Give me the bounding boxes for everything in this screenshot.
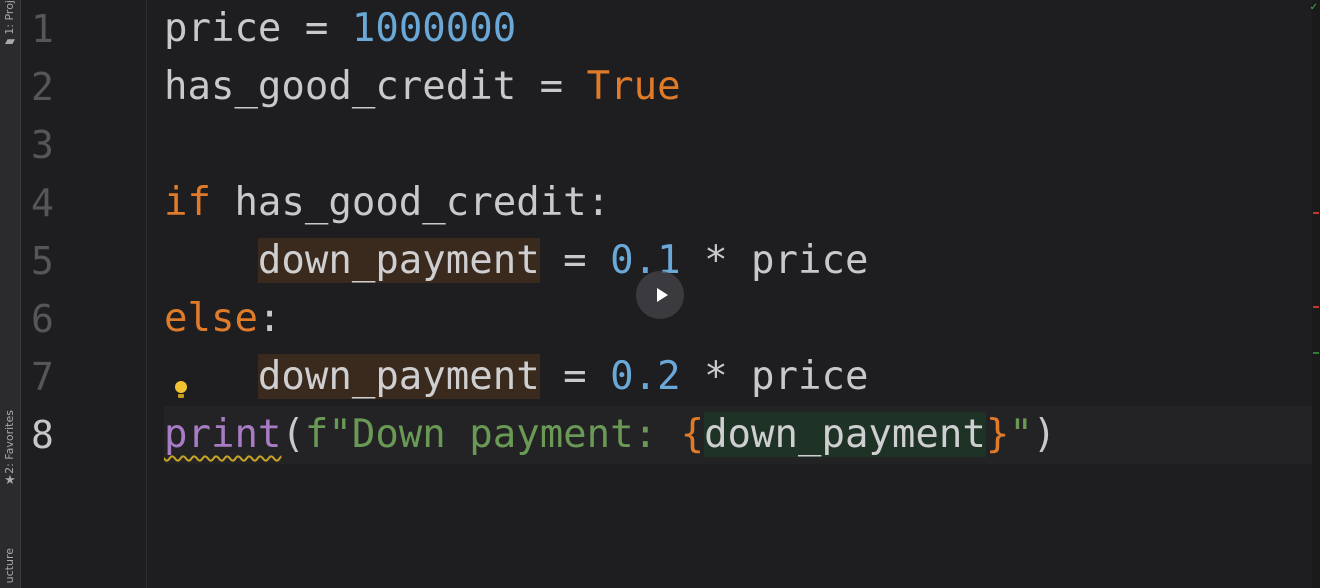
check-icon: ✓ <box>1309 2 1318 13</box>
line-number: 4 <box>31 181 54 225</box>
code-line-5[interactable]: down_payment = 0.1 * price <box>164 232 868 290</box>
variable-highlight: down_payment <box>257 238 540 283</box>
warning-marker[interactable] <box>1313 306 1319 308</box>
line-number: 3 <box>31 123 54 167</box>
code-line-4[interactable]: if has_good_credit: <box>164 174 610 232</box>
structure-tab-label: ucture <box>3 548 16 584</box>
code-line-1[interactable]: price = 1000000 <box>164 0 516 58</box>
line-number: 6 <box>31 297 54 341</box>
variable-highlight: down_payment <box>257 354 540 399</box>
line-number: 7 <box>31 355 54 399</box>
keyword-if: if <box>164 180 211 225</box>
favorites-tab-label: 2: Favorites <box>3 410 16 474</box>
line-number: 2 <box>31 65 54 109</box>
line-number-current: 8 <box>31 413 54 457</box>
fstring-end: " <box>1009 412 1033 457</box>
expression: * price <box>680 354 869 399</box>
structure-tool-tab[interactable]: ucture <box>0 548 20 583</box>
boolean-literal: True <box>586 64 681 109</box>
line-number-gutter: 1 2 3 4 5 6 7 8 <box>21 0 147 588</box>
open-paren: ( <box>281 412 305 457</box>
error-stripe[interactable]: ✓ <box>1309 0 1320 588</box>
favorites-tool-tab[interactable]: 2: Favorites ★ <box>0 410 20 488</box>
brace-close: } <box>985 412 1010 457</box>
expression: * price <box>680 238 869 283</box>
code-line-8[interactable]: print(f"Down payment: {down_payment}") <box>164 406 1056 464</box>
line-number: 1 <box>31 7 54 51</box>
function-print: print <box>164 412 282 457</box>
folder-icon: ▰ <box>5 33 15 49</box>
tool-window-strip: 1: Proj ▰ 2: Favorites ★ ucture <box>0 0 21 588</box>
line-number: 5 <box>31 239 54 283</box>
close-paren: ) <box>1032 412 1057 457</box>
operator: = <box>539 354 611 399</box>
fstring-start: f"Down payment: <box>304 412 681 457</box>
operator: = <box>516 64 587 109</box>
warning-marker[interactable] <box>1313 212 1319 214</box>
operator: = <box>539 238 611 283</box>
change-marker[interactable] <box>1313 352 1319 354</box>
condition: has_good_credit: <box>210 180 611 225</box>
colon: : <box>257 296 282 341</box>
identifier: has_good_credit <box>164 64 517 109</box>
operator: = <box>281 6 352 51</box>
interpolated-variable: down_payment <box>704 412 986 457</box>
code-line-2[interactable]: has_good_credit = True <box>164 58 681 116</box>
number-literal: 0.2 <box>610 354 681 399</box>
keyword-else: else <box>164 296 258 341</box>
code-editor[interactable]: price = 1000000 has_good_credit = True i… <box>164 0 1312 588</box>
brace-open: { <box>680 412 705 457</box>
identifier: price <box>164 6 282 51</box>
project-tab-label: 1: Proj <box>3 0 16 35</box>
star-icon: ★ <box>4 472 16 488</box>
code-line-7[interactable]: down_payment = 0.2 * price <box>164 348 868 406</box>
number-literal: 1000000 <box>351 6 517 51</box>
play-icon[interactable] <box>636 271 684 319</box>
code-line-6[interactable]: else: <box>164 290 281 348</box>
project-tool-tab[interactable]: 1: Proj ▰ <box>0 0 20 49</box>
